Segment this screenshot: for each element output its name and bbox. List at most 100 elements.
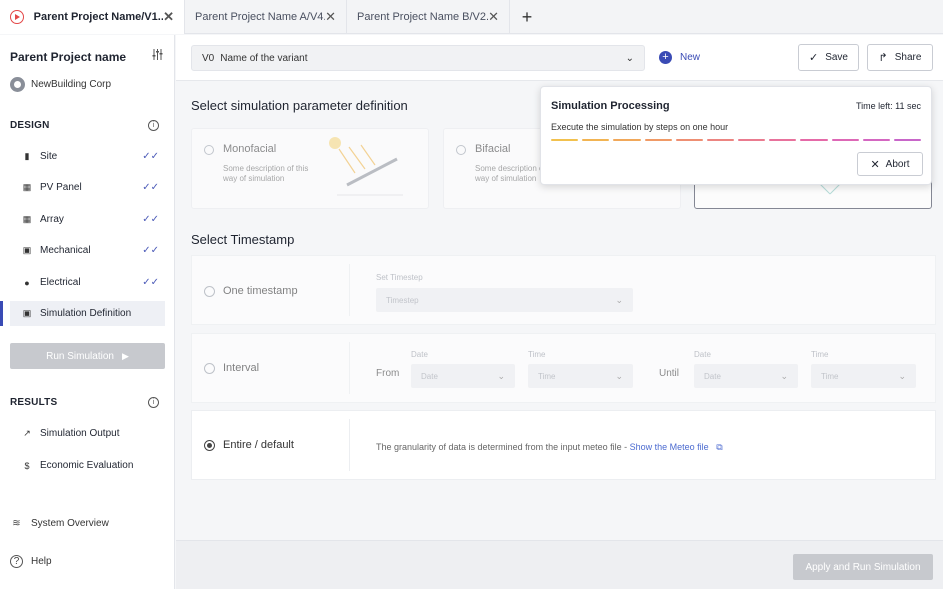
chevron-down-icon: ⌄: [780, 370, 788, 381]
until-label: Until: [659, 368, 680, 379]
monofacial-radio[interactable]: [204, 145, 214, 155]
sidebar-item-electrical[interactable]: ● Electrical ✓✓: [10, 270, 165, 295]
save-button[interactable]: ✓ Save: [798, 44, 859, 71]
abort-label: Abort: [885, 158, 910, 170]
share-button[interactable]: ↱ Share: [867, 44, 933, 71]
card-description: Some description of this way of simulati…: [223, 164, 309, 184]
from-time-select[interactable]: Time ⌄: [528, 364, 633, 388]
active-indicator: [0, 301, 3, 326]
help-label: Help: [31, 556, 52, 567]
variant-name: Name of the variant: [220, 52, 308, 64]
simulation-processing-popup: Simulation Processing Time left: 11 sec …: [540, 86, 932, 185]
param-section-title: Select simulation parameter definition: [191, 98, 408, 113]
one-timestamp-radio[interactable]: [204, 286, 215, 297]
until-date-placeholder: Date: [704, 371, 721, 381]
until-date-select[interactable]: Date ⌄: [694, 364, 798, 388]
monofacial-illustration-icon: [329, 137, 403, 196]
from-time-label: Time: [528, 350, 546, 359]
entire-default-label: Entire / default: [223, 439, 294, 451]
entire-default-row[interactable]: Entire / default The granularity of data…: [191, 410, 936, 480]
sidebar-item-label: Site: [40, 151, 58, 162]
sidebar-item-pv-panel[interactable]: ▦ PV Panel ✓✓: [10, 175, 165, 200]
from-date-label: Date: [411, 350, 428, 359]
new-variant-button[interactable]: + New: [659, 51, 700, 64]
sidebar-item-simulation-definition[interactable]: ▣ Simulation Definition: [10, 301, 165, 326]
entire-default-radio[interactable]: [204, 440, 215, 451]
tab-title: Parent Project Name A/V4...: [195, 11, 326, 23]
bifacial-radio[interactable]: [456, 145, 466, 155]
until-time-select[interactable]: Time ⌄: [811, 364, 916, 388]
sidebar-item-array[interactable]: ▦ Array ✓✓: [10, 207, 165, 232]
progress-bar: [551, 139, 922, 142]
header: V0 Name of the variant ⌄ + New ✓ Save ↱ …: [176, 35, 943, 81]
help-link[interactable]: ? Help: [10, 555, 52, 568]
add-tab-button[interactable]: +: [510, 0, 544, 34]
sidebar-item-label: Electrical: [40, 277, 81, 288]
help-icon: ?: [10, 555, 23, 568]
one-timestamp-row[interactable]: One timestamp Set Timestep Timestep ⌄: [191, 255, 936, 325]
until-time-label: Time: [811, 350, 829, 359]
until-date-label: Date: [694, 350, 711, 359]
run-simulation-button[interactable]: Run Simulation ▶: [10, 343, 165, 369]
check-icon: ✓✓: [142, 277, 159, 288]
close-icon[interactable]: ✕: [488, 9, 499, 25]
sidebar-item-label: PV Panel: [40, 182, 82, 193]
system-overview-label: System Overview: [31, 518, 109, 529]
until-time-placeholder: Time: [821, 371, 839, 381]
info-icon[interactable]: i: [148, 120, 159, 131]
granularity-text: The granularity of data is determined fr…: [376, 442, 723, 453]
sliders-icon[interactable]: [152, 49, 163, 63]
results-section-title: RESULTS: [10, 397, 58, 408]
sidebar-item-simulation-output[interactable]: ↗ Simulation Output: [10, 421, 165, 446]
info-icon[interactable]: i: [148, 397, 159, 408]
timestep-placeholder: Timestep: [386, 295, 419, 305]
popup-description: Execute the simulation by steps on one h…: [551, 122, 729, 132]
close-icon[interactable]: ✕: [325, 9, 336, 25]
company-logo-icon: [10, 77, 25, 92]
variant-select[interactable]: V0 Name of the variant ⌄: [191, 45, 645, 71]
chevron-down-icon: ⌄: [898, 370, 906, 381]
tab-project-v1[interactable]: Parent Project Name/V1... ✕: [0, 0, 185, 34]
check-icon: ✓✓: [142, 245, 159, 256]
plus-icon: +: [659, 51, 672, 64]
progress-segment: [551, 139, 579, 141]
interval-radio[interactable]: [204, 363, 215, 374]
external-link-icon[interactable]: ⧉: [716, 442, 722, 452]
company-name: NewBuilding Corp: [31, 79, 112, 90]
sidebar-item-mechanical[interactable]: ▣ Mechanical ✓✓: [10, 238, 165, 263]
row-divider: [349, 342, 350, 394]
from-date-select[interactable]: Date ⌄: [411, 364, 515, 388]
variant-code: V0: [202, 52, 215, 64]
tab-project-b-v2[interactable]: Parent Project Name B/V2... ✕: [347, 0, 510, 34]
from-time-placeholder: Time: [538, 371, 556, 381]
sidebar: Parent Project name NewBuilding Corp DES…: [0, 35, 175, 589]
abort-button[interactable]: ✕ Abort: [857, 152, 923, 176]
apply-run-simulation-button[interactable]: Apply and Run Simulation: [793, 554, 933, 580]
progress-segment: [893, 139, 922, 141]
timestep-select[interactable]: Timestep ⌄: [376, 288, 633, 312]
design-section-title: DESIGN: [10, 120, 50, 131]
show-meteo-file-link[interactable]: Show the Meteo file: [630, 442, 709, 452]
system-overview-link[interactable]: ≋ System Overview: [10, 517, 109, 530]
close-icon[interactable]: ✕: [163, 9, 174, 25]
check-icon: ✓✓: [142, 182, 159, 193]
close-icon: ✕: [870, 158, 880, 171]
grid-icon: ▦: [22, 214, 32, 224]
new-label: New: [680, 52, 701, 63]
progress-segment: [800, 139, 828, 141]
interval-row[interactable]: Interval From Date Date ⌄ Time Time ⌄ Un…: [191, 333, 936, 403]
sidebar-item-site[interactable]: ▮ Site ✓✓: [10, 144, 165, 169]
sidebar-item-economic-evaluation[interactable]: $ Economic Evaluation: [10, 453, 165, 478]
monofacial-card[interactable]: Monofacial Some description of this way …: [191, 128, 429, 209]
panel-icon: ▦: [22, 182, 32, 192]
chip-icon: ▣: [22, 245, 32, 255]
sidebar-item-label: Mechanical: [40, 245, 91, 256]
chevron-down-icon: ⌄: [615, 294, 623, 305]
progress-segment: [706, 139, 735, 141]
progress-segment: [582, 139, 610, 141]
progress-segment: [738, 139, 766, 141]
timestamp-section-title: Select Timestamp: [191, 232, 295, 247]
tab-project-a-v4[interactable]: Parent Project Name A/V4... ✕: [185, 0, 347, 34]
check-icon: ✓✓: [142, 214, 159, 225]
from-label: From: [376, 368, 400, 379]
